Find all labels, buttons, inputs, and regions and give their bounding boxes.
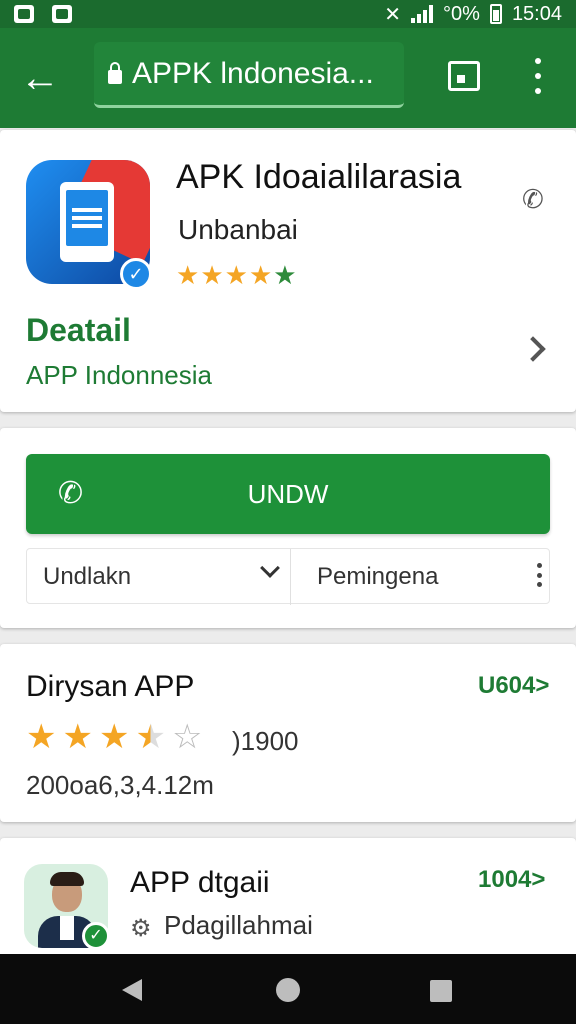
profile-title: APP dtgaii — [130, 866, 270, 899]
app-title: APK Idoaialilarasia — [176, 158, 462, 196]
nav-back-icon[interactable] — [122, 979, 142, 1001]
download-card: ✆ UNDW Undlakn Pemingena — [0, 428, 576, 628]
star-icon: ★ — [224, 260, 248, 290]
phone-icon: ✆ — [58, 477, 84, 510]
profile-link[interactable]: 1004> — [478, 866, 545, 894]
app-developer: Unbanbai — [178, 214, 298, 245]
clock: 15:04 — [511, 2, 562, 25]
review-count: )1900 — [232, 726, 299, 756]
status-bar: ✕ °0% 15:04 — [0, 0, 576, 28]
empty-star-icon: ☆ — [171, 718, 203, 756]
browser-toolbar: ← APPK lndonesia... — [0, 28, 576, 128]
divider — [290, 549, 291, 605]
nav-home-icon[interactable] — [276, 978, 300, 1002]
chevron-down-icon[interactable] — [260, 558, 280, 578]
battery-icon — [489, 4, 502, 24]
profile-subtitle: Pdagillahmai — [164, 910, 313, 940]
url-bar[interactable]: APPK lndonesia... — [94, 42, 404, 108]
chevron-right-icon[interactable] — [520, 336, 546, 362]
signal-icon — [411, 5, 434, 23]
settings-option[interactable]: Pemingena — [317, 563, 438, 591]
tabs-icon[interactable] — [448, 61, 480, 91]
url-text: APPK lndonesia... — [132, 56, 374, 90]
app-info-card: ✓ APK Idoaialilarasia Unbanbai ★ ★ ★ ★ ★… — [0, 130, 576, 412]
settings-gear-icon: ⚙ — [130, 915, 152, 942]
star-icon: ★ — [273, 260, 297, 290]
review-card: Dirysan APP U604> ★ ★ ★ ★ ☆ )1900 200oa6… — [0, 644, 576, 822]
download-button-label: UNDW — [247, 478, 329, 509]
review-title: Dirysan APP — [26, 670, 195, 703]
wifi-off-icon: ✕ — [384, 3, 402, 26]
download-button[interactable]: ✆ UNDW — [26, 454, 550, 534]
verified-check-icon: ✓ — [82, 922, 110, 950]
battery-percent: °0% — [443, 2, 480, 25]
half-star-icon: ★ — [135, 718, 166, 756]
phone-icon[interactable]: ✆ — [522, 184, 552, 214]
chat-notification-icon — [52, 5, 72, 23]
star-icon: ★ — [200, 260, 224, 290]
lock-icon — [108, 61, 122, 84]
review-meta: 200oa6,3,4.12m — [26, 770, 214, 800]
star-icon: ★ — [26, 718, 57, 756]
detail-subtitle: APP Indonnesia — [26, 360, 212, 390]
star-icon: ★ — [62, 718, 93, 756]
more-vert-icon[interactable] — [528, 58, 548, 94]
star-icon: ★ — [98, 718, 130, 756]
detail-title[interactable]: Deatail — [26, 312, 131, 349]
review-rating-stars: ★ ★ ★ ★ ☆ — [26, 720, 202, 754]
star-icon: ★ — [248, 260, 273, 290]
review-link[interactable]: U604> — [478, 672, 549, 700]
app-rating-stars: ★ ★ ★ ★ ★ — [176, 262, 297, 288]
image-notification-icon — [14, 5, 34, 23]
dropdown-label[interactable]: Undlakn — [43, 563, 131, 591]
options-row: Undlakn Pemingena — [26, 548, 550, 605]
star-icon: ★ — [176, 260, 200, 290]
profile-card: ✓ APP dtgaii 1004> ⚙ Pdagillahmai — [0, 838, 576, 958]
back-arrow-icon[interactable]: ← — [0, 28, 80, 128]
more-vert-icon[interactable] — [537, 563, 543, 587]
system-nav-bar — [0, 954, 576, 1024]
verified-check-icon: ✓ — [120, 258, 152, 290]
nav-recents-icon[interactable] — [430, 980, 452, 1002]
